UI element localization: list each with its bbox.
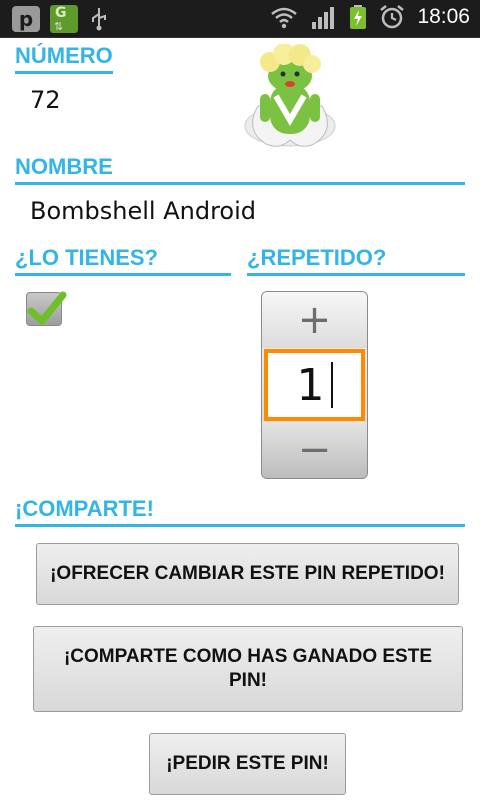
wifi-icon — [271, 7, 298, 29]
share-won-label: ¡COMPARTE COMO HAS GANADO ESTE PIN! — [63, 646, 433, 691]
nombre-underline — [15, 182, 465, 185]
share-won-button[interactable]: ¡COMPARTE COMO HAS GANADO ESTE PIN! — [33, 626, 463, 712]
request-pin-label: ¡PEDIR ESTE PIN! — [166, 753, 329, 775]
status-bar: p G ⇅ 18:06 — [0, 0, 480, 38]
signal-icon — [312, 7, 335, 29]
text-cursor — [330, 362, 333, 408]
lo-tienes-checkbox[interactable] — [26, 291, 67, 326]
notification-icons: p G ⇅ — [12, 5, 110, 33]
lo-tienes-underline — [15, 273, 231, 276]
repetido-label: ¿REPETIDO? — [247, 245, 387, 270]
system-icons: 18:06 — [269, 4, 470, 30]
numero-value: 72 — [30, 86, 61, 114]
repetido-underline — [247, 273, 465, 276]
battery-charging-icon — [350, 5, 367, 29]
minus-icon: − — [297, 427, 332, 473]
repetido-number-picker: + 1 − — [261, 291, 368, 479]
numero-underline — [15, 71, 113, 74]
request-pin-button[interactable]: ¡PEDIR ESTE PIN! — [149, 733, 346, 795]
repetido-value: 1 — [296, 359, 325, 411]
pin-image — [244, 44, 336, 147]
nombre-value: Bombshell Android — [30, 197, 256, 225]
p-app-icon: p — [12, 6, 40, 32]
g-sync-icon: G ⇅ — [50, 5, 78, 33]
usb-icon — [88, 6, 110, 32]
g-sync-letter: G — [55, 5, 67, 21]
nombre-label: NOMBRE — [15, 154, 113, 179]
offer-trade-button[interactable]: ¡OFRECER CAMBIAR ESTE PIN REPETIDO! — [36, 543, 459, 605]
clock: 18:06 — [417, 5, 470, 28]
lo-tienes-label: ¿LO TIENES? — [15, 245, 158, 270]
decrement-button[interactable]: − — [262, 422, 367, 478]
checkmark-icon — [27, 291, 67, 325]
sync-arrows-icon: ⇅ — [54, 20, 64, 33]
increment-button[interactable]: + — [262, 292, 367, 348]
numero-label: NÚMERO — [15, 43, 113, 68]
repetido-value-input[interactable]: 1 — [264, 349, 365, 421]
offer-trade-label: ¡OFRECER CAMBIAR ESTE PIN REPETIDO! — [50, 563, 445, 585]
comparte-label: ¡COMPARTE! — [15, 496, 154, 521]
alarm-icon — [380, 5, 405, 29]
p-app-letter: p — [18, 7, 34, 31]
plus-icon: + — [297, 297, 332, 343]
comparte-underline — [15, 524, 465, 527]
